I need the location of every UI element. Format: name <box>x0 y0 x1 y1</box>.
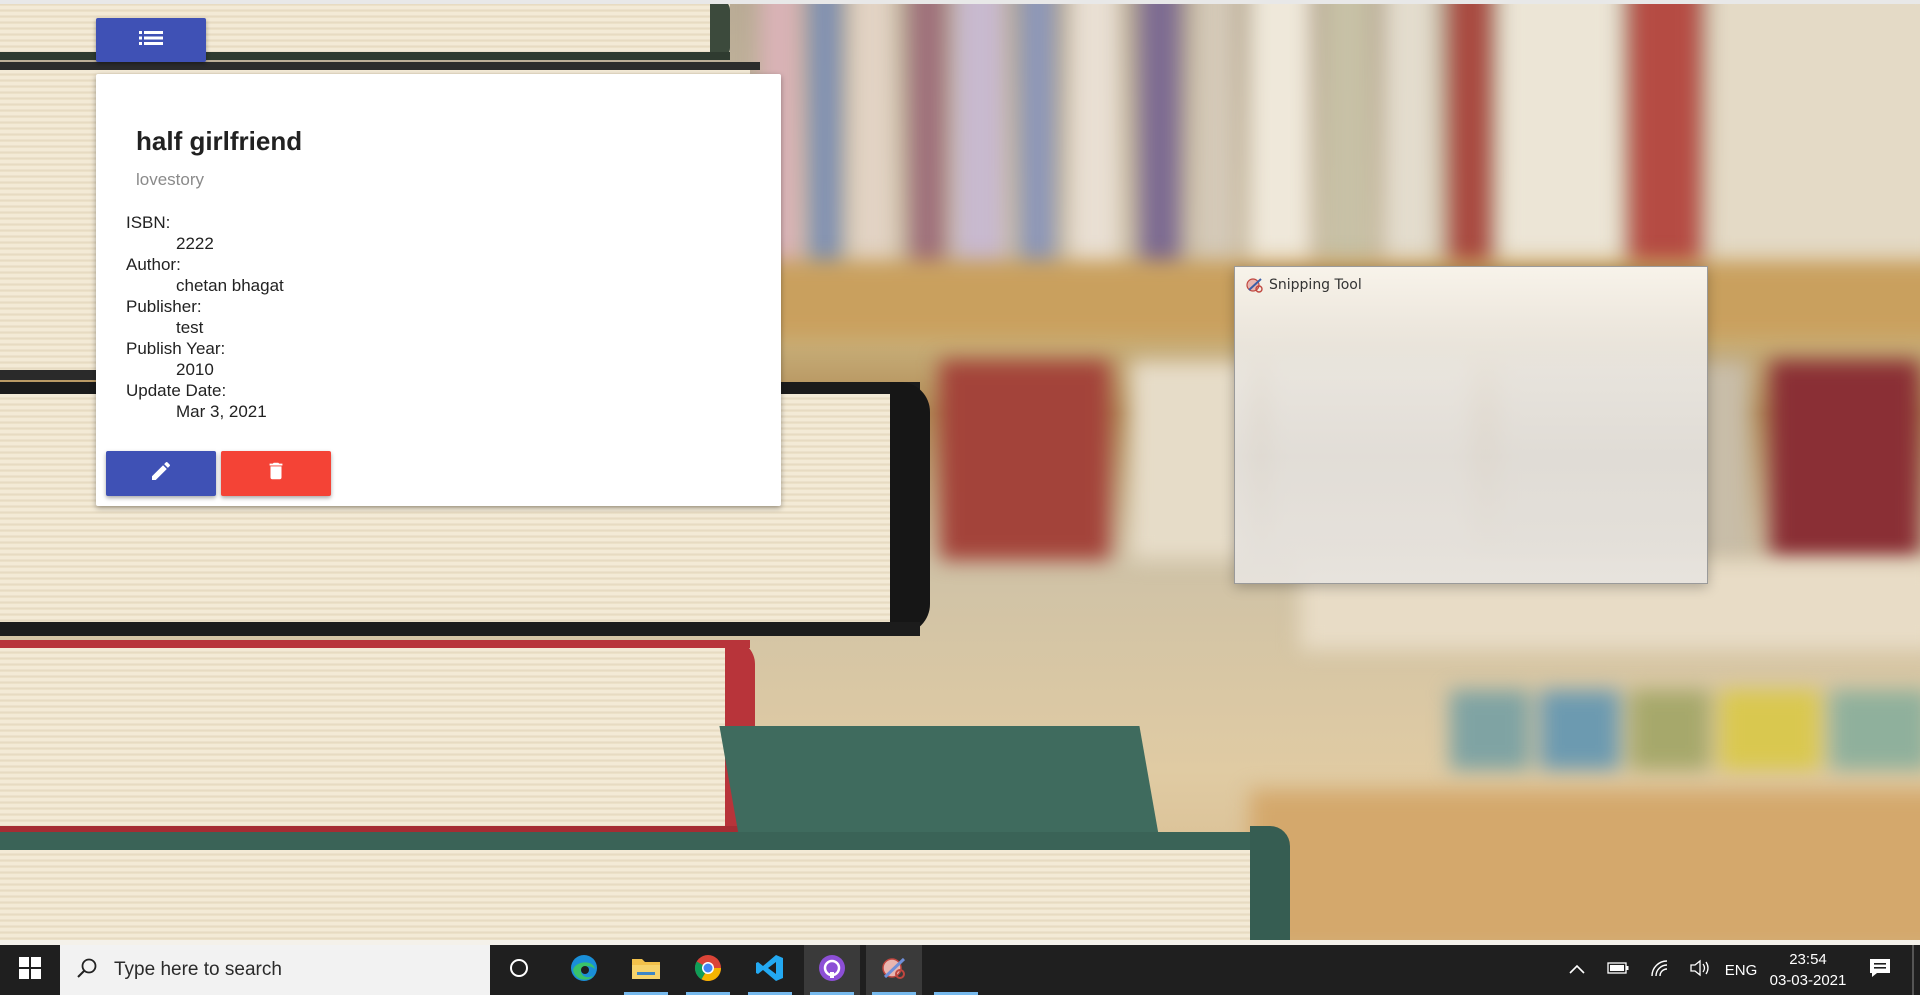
snipping-tool-preview <box>1235 267 1707 583</box>
author-label: Author: <box>126 255 181 274</box>
taskbar-app-chrome[interactable] <box>680 945 736 995</box>
taskbar-app-edge[interactable] <box>556 945 612 995</box>
window-top-border <box>0 0 1920 4</box>
publisher-label: Publisher: <box>126 297 202 316</box>
list-icon <box>139 30 163 51</box>
isbn-value: 2222 <box>176 234 214 253</box>
book-title: half girlfriend <box>136 126 303 156</box>
publish-year-label: Publish Year: <box>126 339 226 358</box>
wifi-icon <box>1650 959 1670 982</box>
taskbar: Type here to search ENG 23:54 03-03-2021 <box>0 945 1920 995</box>
book-category: lovestory <box>136 170 205 189</box>
edge-icon <box>569 953 599 988</box>
snipping-tool-window[interactable]: Snipping Tool <box>1234 266 1708 584</box>
folder-icon <box>631 955 661 986</box>
scissors-icon <box>879 953 909 988</box>
show-desktop-button[interactable] <box>1912 945 1914 995</box>
delete-button[interactable] <box>221 451 331 496</box>
show-hidden-icons-button[interactable] <box>1560 945 1594 995</box>
update-date-label: Update Date: <box>126 381 227 400</box>
trash-icon <box>265 459 287 488</box>
battery-icon <box>1607 961 1629 979</box>
network-button[interactable] <box>1640 945 1680 995</box>
vscode-icon <box>755 953 785 988</box>
taskbar-search[interactable]: Type here to search <box>60 945 490 995</box>
update-date-value: Mar 3, 2021 <box>176 402 267 421</box>
menu-button[interactable] <box>96 18 206 62</box>
github-icon <box>818 954 846 987</box>
book-details-list: ISBN: 2222 Author: chetan bhagat Publish… <box>126 212 284 422</box>
search-placeholder: Type here to search <box>114 959 282 980</box>
snipping-tool-title: Snipping Tool <box>1269 277 1362 293</box>
clock-time: 23:54 <box>1789 951 1827 968</box>
action-center-button[interactable] <box>1860 945 1900 995</box>
taskbar-app-slot[interactable] <box>928 945 984 995</box>
clock-date: 03-03-2021 <box>1769 972 1847 989</box>
battery-button[interactable] <box>1598 945 1638 995</box>
isbn-label: ISBN: <box>126 213 171 232</box>
author-value: chetan bhagat <box>176 276 284 295</box>
chrome-icon <box>693 953 723 988</box>
book-details-card: half girlfriend lovestory ISBN: 2222 Aut… <box>96 74 781 506</box>
publisher-value: test <box>176 318 204 337</box>
task-view-button[interactable] <box>496 945 542 995</box>
task-view-icon <box>508 957 530 984</box>
chevron-up-icon <box>1569 961 1585 979</box>
taskbar-app-file-explorer[interactable] <box>618 945 674 995</box>
pencil-icon <box>149 459 173 488</box>
volume-button[interactable] <box>1680 945 1720 995</box>
edit-button[interactable] <box>106 451 216 496</box>
publish-year-value: 2010 <box>176 360 214 379</box>
clock[interactable]: 23:54 03-03-2021 <box>1760 949 1856 991</box>
speaker-icon <box>1689 959 1711 982</box>
taskbar-app-vscode[interactable] <box>742 945 798 995</box>
start-button[interactable] <box>0 945 60 995</box>
search-icon <box>76 957 98 984</box>
taskbar-app-github-desktop[interactable] <box>804 945 860 995</box>
notification-icon <box>1869 958 1891 983</box>
input-language-button[interactable]: ENG <box>1720 945 1762 995</box>
taskbar-app-snipping-tool[interactable] <box>866 945 922 995</box>
windows-icon <box>19 956 41 984</box>
scissors-icon <box>1245 275 1265 295</box>
